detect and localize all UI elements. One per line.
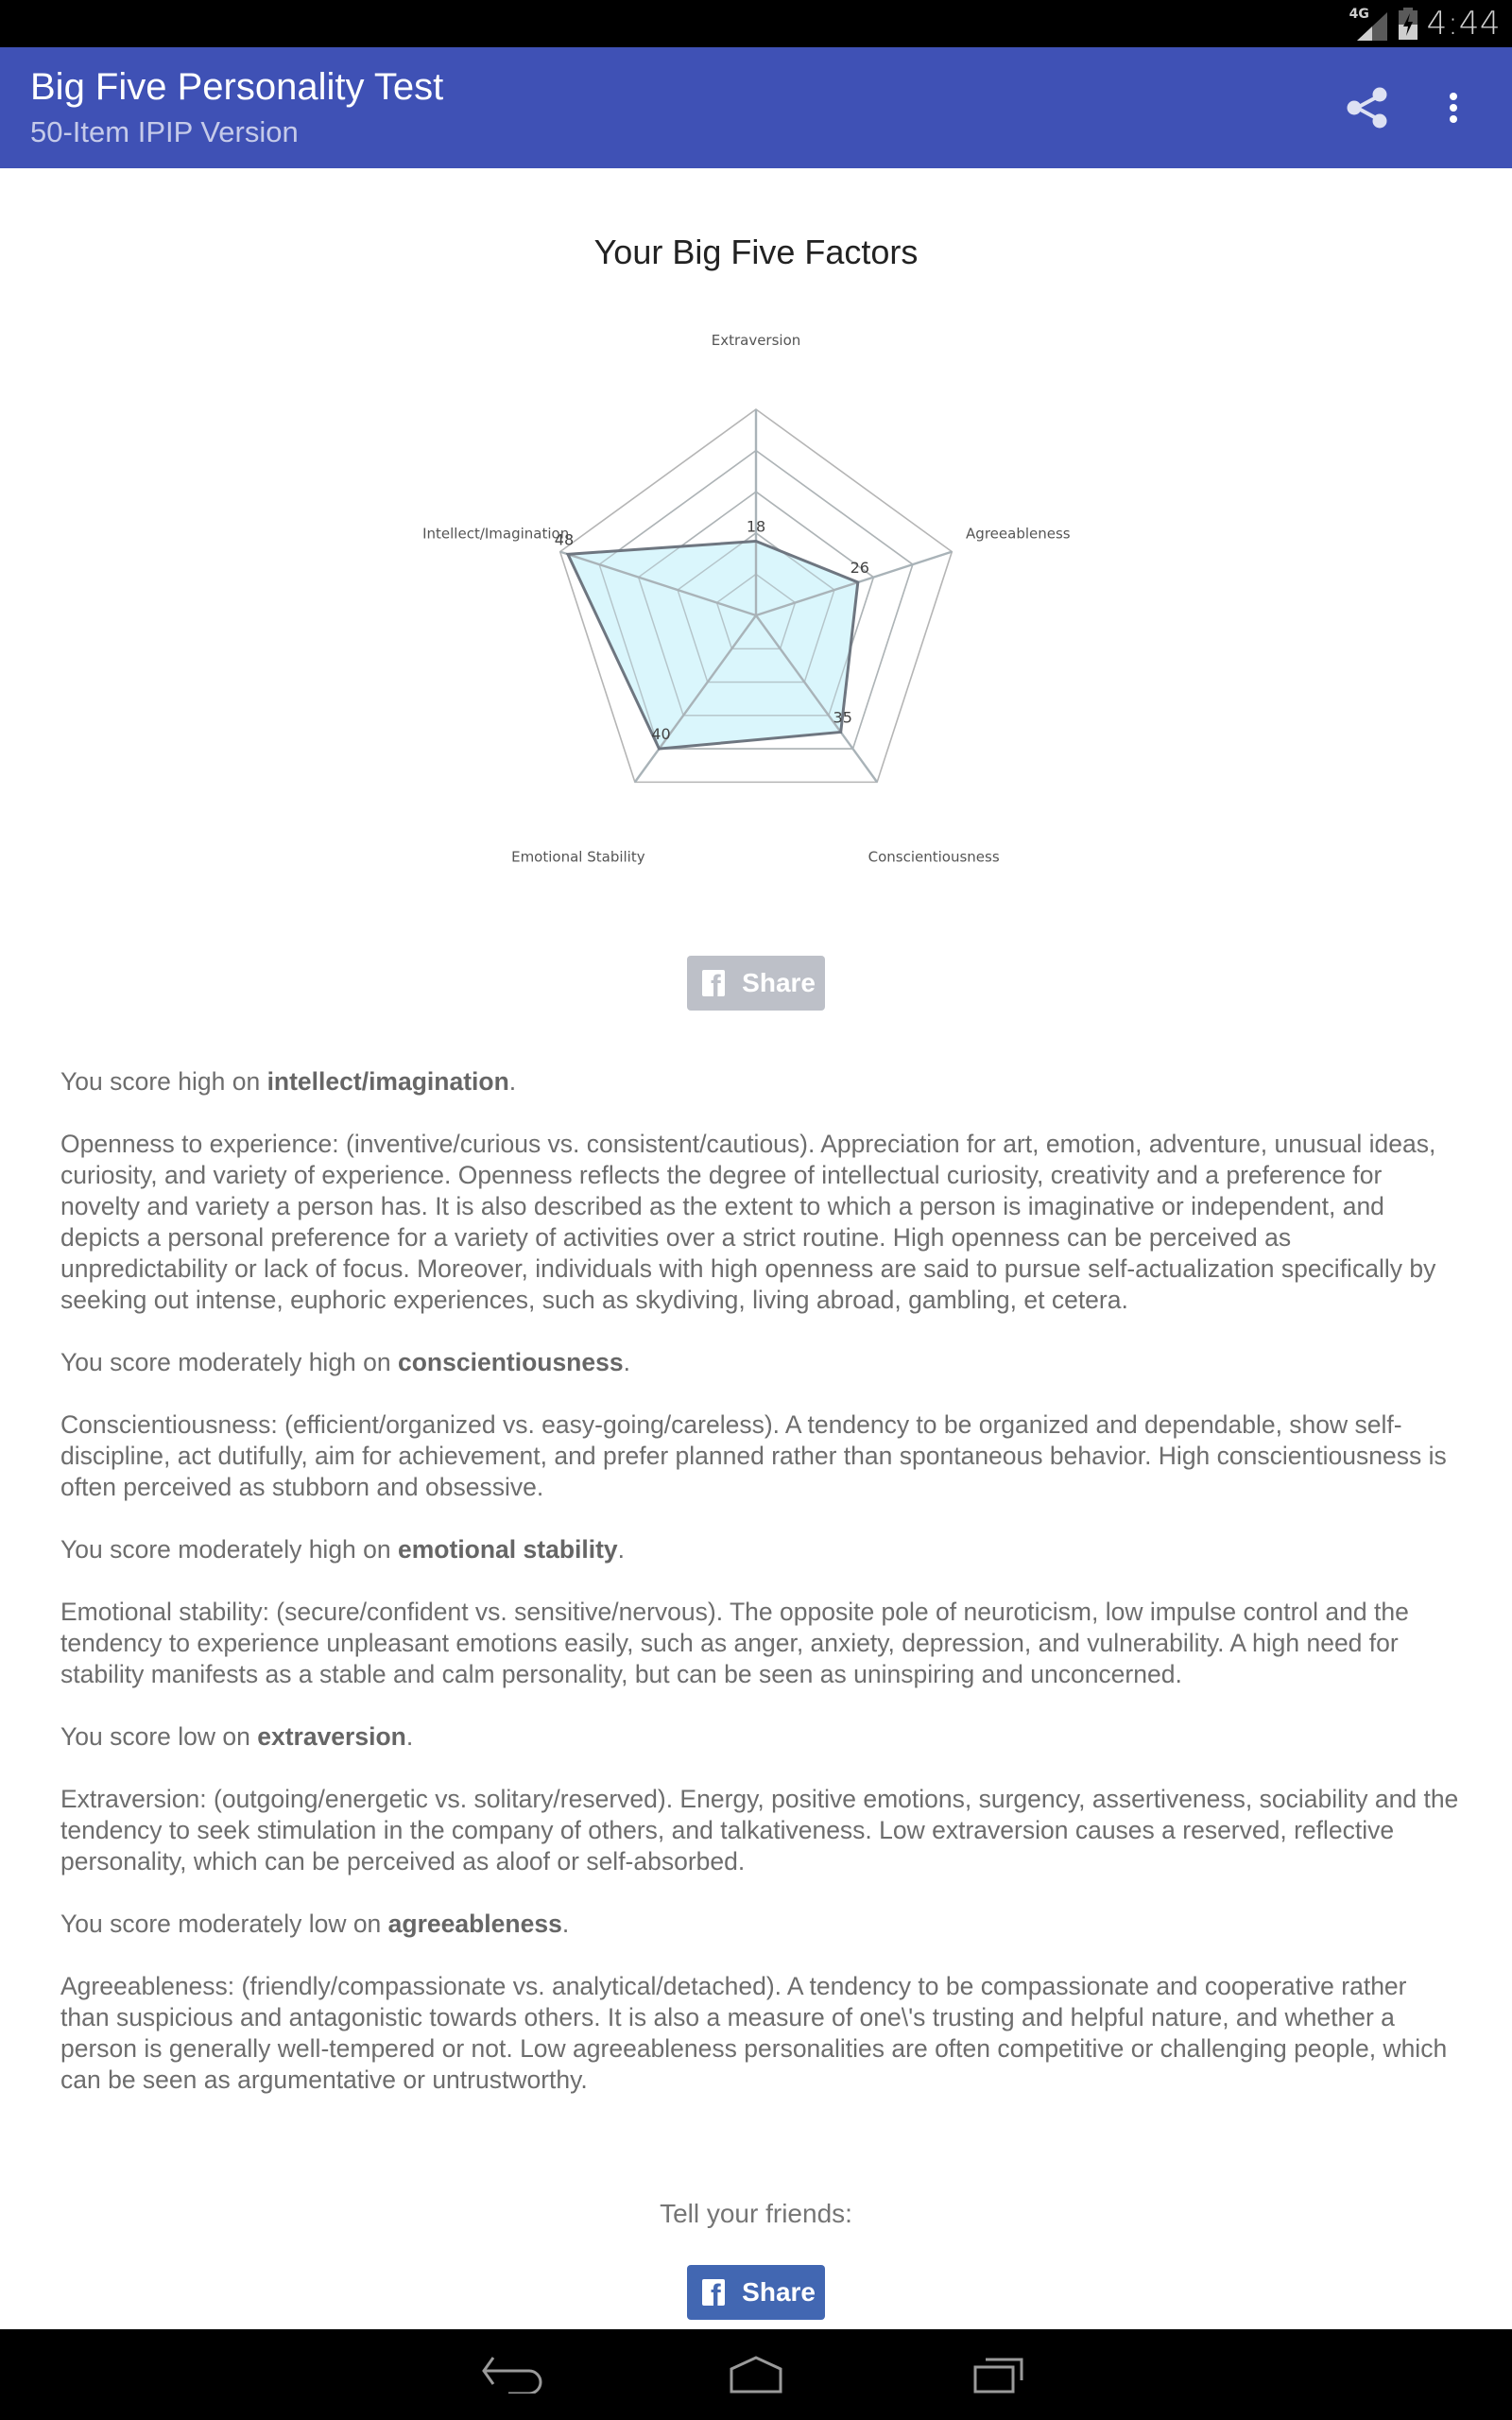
more-vert-icon [1450,93,1457,123]
navigation-bar [0,2329,1512,2420]
trait-name: intellect/imagination [266,1067,509,1096]
recent-apps-button[interactable] [952,2346,1046,2403]
trait-name: extraversion [257,1722,406,1751]
radar-chart: Your Big Five Factors 18 26 35 40 48 Extraver… [0,168,1512,925]
value-label: 26 [850,559,869,577]
status-bar: 4G 4:44 [0,0,1512,47]
results-text: You score high on intellect/imagination.… [60,1066,1459,2127]
share-icon [1347,87,1387,129]
results-content[interactable]: Your Big Five Factors 18 26 35 40 48 Extraver… [0,168,1512,2329]
value-label: 35 [833,708,852,726]
result-summary-agreeableness: You score moderately low on agreeablenes… [60,1910,570,1938]
app-bar: Big Five Personality Test 50-Item IPIP V… [0,47,1512,168]
recent-apps-icon [973,2358,1023,2394]
more-options-button[interactable] [1419,74,1487,142]
home-icon [730,2356,782,2394]
result-description-intellect: Openness to experience: (inventive/curio… [60,1130,1436,1314]
result-description-extraversion: Extraversion: (outgoing/energetic vs. so… [60,1785,1459,1876]
value-label: 40 [651,725,670,743]
axis-label-agreeableness: Agreeableness [966,526,1071,543]
facebook-share-button-bottom[interactable]: f Share [687,2265,825,2320]
back-button[interactable] [466,2346,560,2403]
result-summary-extraversion: You score low on extraversion. [60,1722,414,1751]
facebook-icon: f [702,2279,726,2306]
axis-label-conscientiousness: Conscientiousness [868,848,1000,865]
result-summary-emotional-stability: You score moderately high on emotional s… [60,1535,626,1564]
tell-friends-label: Tell your friends: [660,2199,852,2228]
radar-svg: 1826354048ExtraversionAgreeablenessConsc… [422,332,1071,865]
result-summary-intellect: You score high on intellect/imagination. [60,1067,517,1096]
back-icon [482,2357,542,2394]
axis-label-extraversion: Extraversion [712,332,801,349]
clock: 4:44 [1426,5,1501,43]
value-label: 18 [747,518,765,536]
result-description-emotional-stability: Emotional stability: (secure/confident v… [60,1598,1409,1688]
axis-label-intellect-imagination: Intellect/Imagination [422,526,569,543]
signal-icon: 4G [1349,7,1389,41]
home-button[interactable] [709,2346,803,2403]
status-icons: 4G 4:44 [1349,4,1501,43]
battery-charging-icon [1398,8,1418,40]
share-button[interactable] [1333,74,1401,142]
app-subtitle: 50-Item IPIP Version [30,115,299,148]
axis-label-emotional-stability: Emotional Stability [511,848,645,865]
trait-name: agreeableness [387,1910,562,1938]
result-summary-conscientiousness: You score moderately high on conscientio… [60,1348,630,1376]
trait-name: emotional stability [398,1535,618,1564]
share-label: Share [742,2277,816,2307]
app-title: Big Five Personality Test [30,66,444,108]
facebook-share-button-top[interactable]: f Share [687,956,825,1011]
result-description-conscientiousness: Conscientiousness: (efficient/organized … [60,1410,1447,1501]
facebook-icon: f [702,970,726,996]
trait-name: conscientiousness [398,1348,624,1376]
share-label: Share [742,968,816,997]
result-description-agreeableness: Agreeableness: (friendly/compassionate v… [60,1972,1448,2094]
